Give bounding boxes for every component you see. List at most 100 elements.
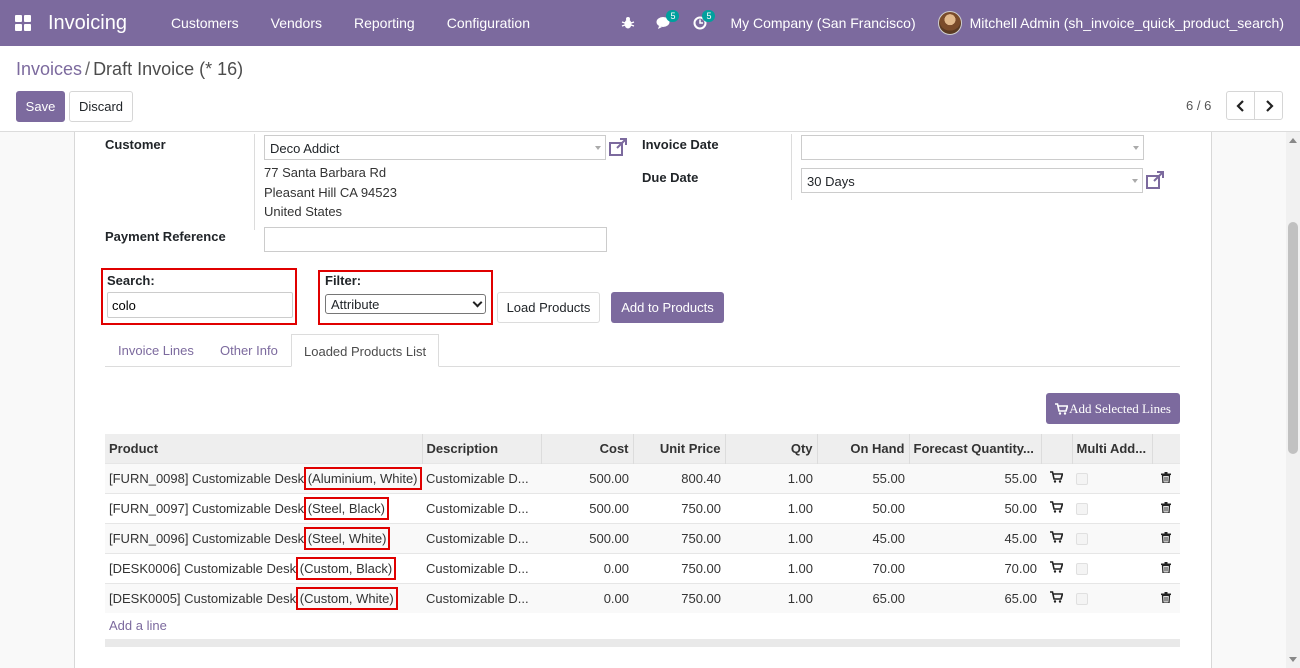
trash-icon[interactable] xyxy=(1152,462,1180,493)
tab-invoice-lines[interactable]: Invoice Lines xyxy=(118,334,194,367)
add-selected-lines-button[interactable]: Add Selected Lines xyxy=(1046,393,1180,424)
unit-price-cell[interactable]: 750.00 xyxy=(633,582,725,613)
description-cell[interactable]: Customizable D... xyxy=(422,492,541,523)
multi-add-cell[interactable] xyxy=(1072,522,1152,553)
column-header-multi-add[interactable]: Multi Add... xyxy=(1072,434,1153,463)
menu-reporting[interactable]: Reporting xyxy=(338,15,431,31)
filter-select[interactable]: Attribute xyxy=(325,294,486,314)
cart-icon[interactable] xyxy=(1041,522,1072,553)
search-input[interactable] xyxy=(107,292,293,318)
on-hand-cell[interactable]: 45.00 xyxy=(817,522,909,553)
scroll-thumb[interactable] xyxy=(1288,222,1298,454)
scroll-down-arrow-icon[interactable] xyxy=(1289,657,1297,662)
forecast-cell[interactable]: 45.00 xyxy=(909,522,1041,553)
user-menu[interactable]: Mitchell Admin (sh_invoice_quick_product… xyxy=(970,15,1284,31)
trash-icon[interactable] xyxy=(1152,582,1180,613)
qty-cell[interactable]: 1.00 xyxy=(725,462,817,493)
unit-price-cell[interactable]: 800.40 xyxy=(633,462,725,493)
description-cell[interactable]: Customizable D... xyxy=(422,462,541,493)
trash-icon[interactable] xyxy=(1152,522,1180,553)
save-button[interactable]: Save xyxy=(16,91,65,122)
forecast-cell[interactable]: 70.00 xyxy=(909,552,1041,583)
multi-add-checkbox[interactable] xyxy=(1076,593,1088,606)
column-header-on-hand[interactable]: On Hand xyxy=(817,434,910,463)
on-hand-cell[interactable]: 65.00 xyxy=(817,582,909,613)
qty-cell[interactable]: 1.00 xyxy=(725,552,817,583)
column-header-description[interactable]: Description xyxy=(422,434,542,463)
tab-loaded-products-list[interactable]: Loaded Products List xyxy=(291,334,440,367)
multi-add-checkbox[interactable] xyxy=(1076,563,1088,576)
pager-next-button[interactable] xyxy=(1254,91,1283,120)
external-link-icon[interactable] xyxy=(608,137,628,157)
description-cell[interactable]: Customizable D... xyxy=(422,582,541,613)
apps-menu-icon[interactable] xyxy=(0,0,46,46)
discard-button[interactable]: Discard xyxy=(69,91,133,122)
table-row[interactable]: [DESK0006] Customizable Desk (Custom, Bl… xyxy=(105,552,1180,583)
add-a-line-link[interactable]: Add a line xyxy=(109,618,167,633)
menu-vendors[interactable]: Vendors xyxy=(255,15,338,31)
qty-cell[interactable]: 1.00 xyxy=(725,492,817,523)
pager-previous-button[interactable] xyxy=(1226,91,1255,120)
multi-add-cell[interactable] xyxy=(1072,552,1152,583)
scroll-up-arrow-icon[interactable] xyxy=(1289,138,1297,143)
user-avatar[interactable] xyxy=(937,11,962,35)
forecast-cell[interactable]: 55.00 xyxy=(909,462,1041,493)
load-products-button[interactable]: Load Products xyxy=(497,292,600,323)
invoice-date-field[interactable] xyxy=(801,135,1144,160)
cost-cell[interactable]: 0.00 xyxy=(541,582,633,613)
dropdown-caret-icon[interactable] xyxy=(1133,146,1139,150)
dropdown-caret-icon[interactable] xyxy=(1132,179,1138,183)
unit-price-cell[interactable]: 750.00 xyxy=(633,522,725,553)
on-hand-cell[interactable]: 70.00 xyxy=(817,552,909,583)
column-header-qty[interactable]: Qty xyxy=(725,434,818,463)
description-cell[interactable]: Customizable D... xyxy=(422,552,541,583)
column-header-cost[interactable]: Cost xyxy=(541,434,634,463)
activities-clock-icon[interactable]: 5 xyxy=(682,0,718,46)
menu-configuration[interactable]: Configuration xyxy=(431,15,546,31)
qty-cell[interactable]: 1.00 xyxy=(725,522,817,553)
breadcrumb-invoices[interactable]: Invoices xyxy=(16,59,82,79)
messages-icon[interactable]: 5 xyxy=(646,0,682,46)
multi-add-checkbox[interactable] xyxy=(1076,533,1088,546)
multi-add-checkbox[interactable] xyxy=(1076,473,1088,486)
menu-customers[interactable]: Customers xyxy=(155,15,255,31)
multi-add-cell[interactable] xyxy=(1072,492,1152,523)
forecast-cell[interactable]: 50.00 xyxy=(909,492,1041,523)
column-header-forecast-quantity[interactable]: Forecast Quantity... xyxy=(909,434,1042,463)
unit-price-cell[interactable]: 750.00 xyxy=(633,552,725,583)
table-row[interactable]: [FURN_0098] Customizable Desk (Aluminium… xyxy=(105,462,1180,493)
column-header-unit-price[interactable]: Unit Price xyxy=(633,434,726,463)
multi-add-cell[interactable] xyxy=(1072,462,1152,493)
forecast-cell[interactable]: 65.00 xyxy=(909,582,1041,613)
column-header-product[interactable]: Product xyxy=(105,434,423,463)
payment-reference-input[interactable] xyxy=(264,227,607,252)
trash-icon[interactable] xyxy=(1152,552,1180,583)
cart-icon[interactable] xyxy=(1041,462,1072,493)
cart-icon[interactable] xyxy=(1041,582,1072,613)
cart-icon[interactable] xyxy=(1041,492,1072,523)
cart-icon[interactable] xyxy=(1041,552,1072,583)
on-hand-cell[interactable]: 55.00 xyxy=(817,462,909,493)
table-row[interactable]: [FURN_0097] Customizable Desk (Steel, Bl… xyxy=(105,492,1180,523)
debug-bug-icon[interactable] xyxy=(610,0,646,46)
table-row[interactable]: [FURN_0096] Customizable Desk (Steel, Wh… xyxy=(105,522,1180,553)
due-date-field[interactable]: 30 Days xyxy=(801,168,1143,193)
tab-other-info[interactable]: Other Info xyxy=(220,334,278,367)
page-scrollbar[interactable] xyxy=(1286,132,1300,668)
cost-cell[interactable]: 500.00 xyxy=(541,462,633,493)
on-hand-cell[interactable]: 50.00 xyxy=(817,492,909,523)
trash-icon[interactable] xyxy=(1152,492,1180,523)
cost-cell[interactable]: 500.00 xyxy=(541,522,633,553)
customer-field[interactable]: Deco Addict xyxy=(264,135,606,160)
add-to-products-button[interactable]: Add to Products xyxy=(611,292,724,323)
app-title[interactable]: Invoicing xyxy=(48,12,127,35)
company-switcher[interactable]: My Company (San Francisco) xyxy=(730,15,915,31)
dropdown-caret-icon[interactable] xyxy=(595,146,601,150)
table-row[interactable]: [DESK0005] Customizable Desk (Custom, Wh… xyxy=(105,582,1180,613)
qty-cell[interactable]: 1.00 xyxy=(725,582,817,613)
external-link-icon[interactable] xyxy=(1145,170,1165,190)
multi-add-cell[interactable] xyxy=(1072,582,1152,613)
pager-value[interactable]: 6 / 6 xyxy=(1186,98,1211,113)
multi-add-checkbox[interactable] xyxy=(1076,503,1088,516)
cost-cell[interactable]: 0.00 xyxy=(541,552,633,583)
